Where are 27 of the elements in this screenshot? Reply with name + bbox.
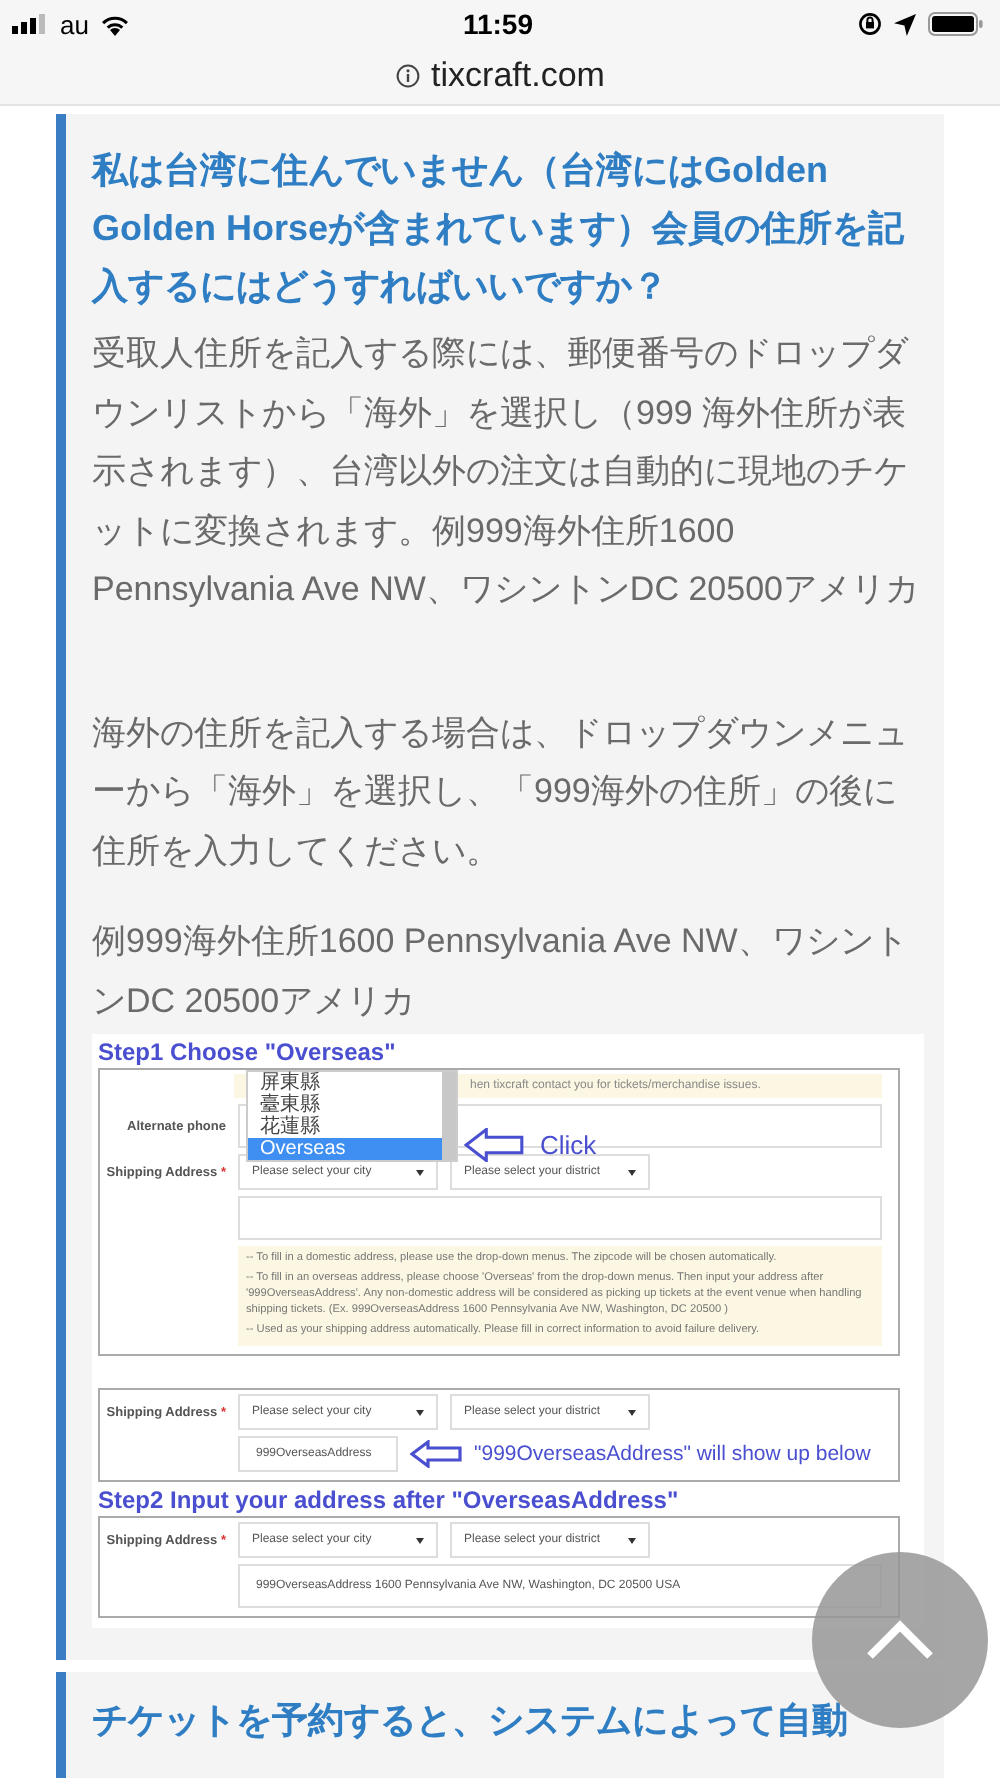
url-text[interactable]: tixcraft.com [431,56,605,96]
faq-title: 私は台湾に住んでいません（台湾にはGolden Golden Horseが含まれています）会員の住所を記入するにはどうすればいいですか？ [92,148,907,310]
clock: 11:59 [462,8,534,40]
carrier: au [60,9,89,39]
callout-text: Click [540,1130,597,1160]
left-arrow-icon [410,1440,462,1468]
dropdown-list[interactable]: 屏東縣 臺東縣 花蓮縣 Overseas [246,1070,458,1162]
dropdown-option[interactable]: 屏東縣 [248,1072,442,1094]
info-icon [395,64,420,88]
step-caption: Step1 Choose "Overseas" [98,1038,398,1068]
address-field[interactable] [238,1196,882,1240]
faq-title: チケットを予約すると、システムによって自動 [92,1698,850,1744]
answer-paragraph: 海外の住所を記入する場合は、ドロップダウンメニューから「海外」を選択し、「999海外の住所」の後に住所を入力してください。 [92,711,910,873]
rotation-lock-icon [857,12,882,36]
dropdown-option[interactable]: 臺東縣 [248,1094,442,1116]
left-arrow-icon [460,1128,528,1162]
answer-paragraph: 受取人住所を記入する際には、郵便番号のドロップダウンリストから「海外」を選択し（999 海外住所が表示されます）、台湾以外の注文は自動的に現地のチケットに変換されます。例999海外住所1600 Pennsylvania Ave NW、ワシントンDC 20500アメリカ [92,332,920,612]
dropdown-option[interactable]: 花蓮縣 [248,1116,442,1138]
signal-icon [12,14,48,34]
callout-text: "999OverseasAddress" will show up below [474,1442,871,1466]
wifi-icon [100,13,131,35]
step-caption: Step2 Input your address after "OverseasAddress" [98,1486,681,1516]
answer-paragraph: 例999海外住所1600 Pennsylvania Ave NW、ワシントンDC 20500アメリカ [92,920,910,1023]
battery-icon [927,12,984,36]
scrollbar [442,1072,456,1160]
chevron-up-icon [866,1620,934,1660]
location-icon [893,13,916,35]
